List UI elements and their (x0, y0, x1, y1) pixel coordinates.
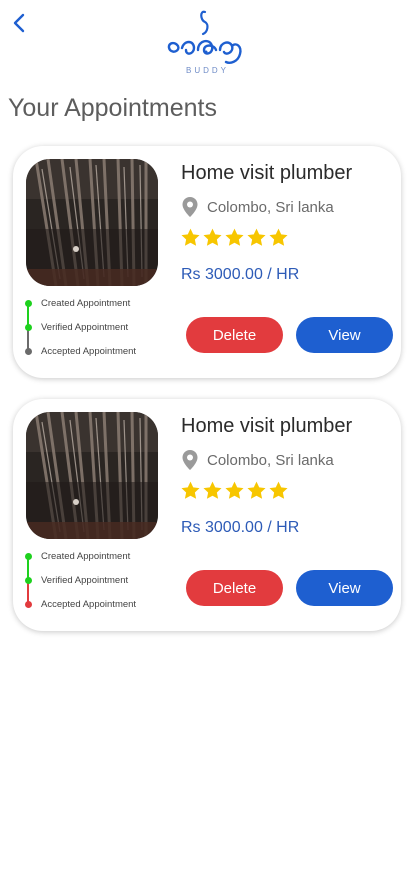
back-button[interactable] (8, 10, 30, 36)
status-step-label: Accepted Appointment (41, 346, 137, 357)
status-dot (24, 324, 32, 331)
star-icon (247, 481, 266, 499)
status-step-label: Accepted Appointment (41, 599, 137, 610)
star-icon (181, 228, 200, 246)
status-dot (24, 553, 32, 560)
status-step-label: Created Appointment (41, 551, 131, 562)
star-icon (247, 228, 266, 246)
price-label: Rs 3000.00 / HR (181, 519, 300, 536)
delete-button[interactable]: Delete (186, 570, 283, 606)
location-row: Colombo, Sri lanka (181, 196, 334, 218)
star-icon (225, 228, 244, 246)
app-logo: BUDDY (160, 6, 250, 80)
location-row: Colombo, Sri lanka (181, 449, 334, 471)
rating-stars (180, 480, 289, 501)
status-dot (24, 300, 32, 307)
status-step-label: Created Appointment (41, 298, 131, 309)
service-title: Home visit plumber (181, 415, 353, 437)
status-dot (24, 601, 32, 608)
star-icon (269, 228, 288, 246)
star-icon (203, 228, 222, 246)
logo-wordmark: BUDDY (186, 66, 230, 75)
star-icon (203, 481, 222, 499)
appointment-card[interactable]: Home visit plumber Colombo, Sri lanka Rs… (13, 399, 401, 631)
delete-button[interactable]: Delete (186, 317, 283, 353)
status-step-label: Verified Appointment (41, 322, 129, 333)
view-button[interactable]: View (296, 317, 393, 353)
location-text: Colombo, Sri lanka (207, 451, 334, 469)
chevron-left-icon (13, 13, 25, 33)
star-icon (269, 481, 288, 499)
star-icon (225, 481, 244, 499)
status-dot (24, 577, 32, 584)
service-title: Home visit plumber (181, 162, 353, 184)
page-title: Your Appointments (8, 94, 217, 122)
location-text: Colombo, Sri lanka (207, 198, 334, 216)
view-button[interactable]: View (296, 570, 393, 606)
status-step-label: Verified Appointment (41, 575, 129, 586)
status-timeline: Created Appointment Verified Appointment… (23, 296, 173, 358)
location-pin-icon (182, 450, 198, 470)
location-pin-icon (182, 197, 198, 217)
service-image (26, 159, 158, 286)
appointment-card[interactable]: Home visit plumber Colombo, Sri lanka Rs… (13, 146, 401, 378)
status-dot (24, 348, 32, 355)
appointments-screen: BUDDY Your Appointments Home visit plumb… (0, 0, 414, 896)
status-timeline: Created Appointment Verified Appointment… (23, 549, 173, 611)
star-icon (181, 481, 200, 499)
price-label: Rs 3000.00 / HR (181, 266, 300, 283)
logo-mark (167, 10, 242, 64)
service-image (26, 412, 158, 539)
rating-stars (180, 227, 289, 248)
